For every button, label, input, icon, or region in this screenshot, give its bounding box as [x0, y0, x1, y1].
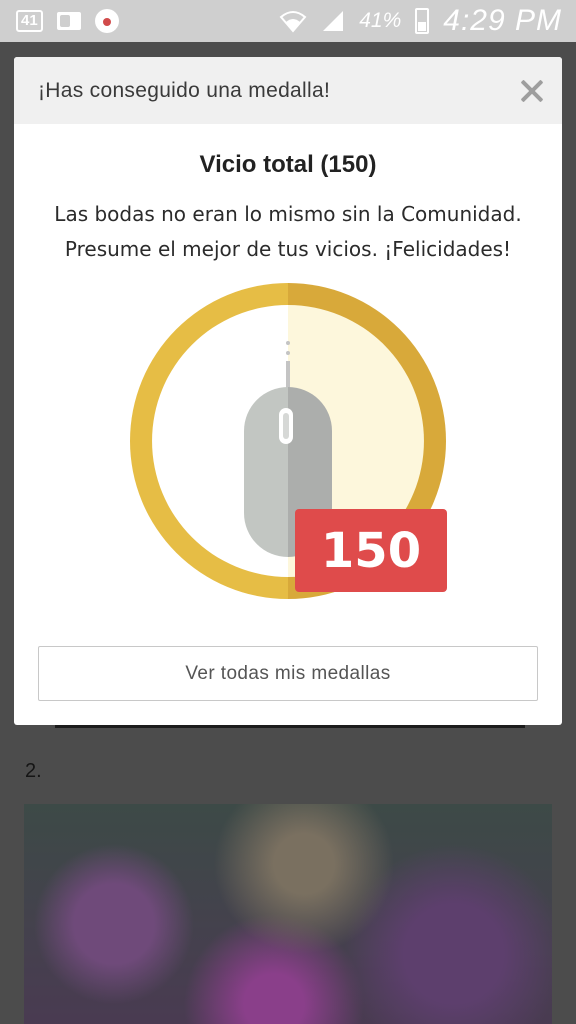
modal-title: ¡Has conseguido una medalla! [38, 78, 331, 102]
clock: 4:29 PM [443, 4, 562, 37]
background-photo [24, 804, 552, 1024]
modal-body: Vicio total (150) Las bodas no eran lo m… [14, 151, 562, 267]
medal-description-line-2: Presume el mejor de tus vicios. ¡Felicid… [64, 237, 512, 261]
battery-percentage: 41% [359, 9, 402, 32]
wifi-icon [279, 11, 307, 33]
modal-header: ¡Has conseguido una medalla! [14, 57, 562, 124]
notification-badge-icon: 41 [16, 10, 43, 32]
status-bar: 41 41% 4:29 PM [0, 0, 576, 42]
signal-icon [323, 11, 344, 31]
status-bar-right: 41% 4:29 PM [279, 4, 562, 38]
medal-modal: ¡Has conseguido una medalla! Vicio total… [14, 57, 562, 725]
medal-description-line-1: Las bodas no eran lo mismo sin la Comuni… [54, 202, 522, 226]
app-notification-icon [94, 9, 119, 33]
list-number: 2. [25, 760, 42, 782]
medal-description: Las bodas no eran lo mismo sin la Comuni… [14, 197, 562, 267]
outlook-icon [56, 12, 81, 30]
view-all-medals-button[interactable]: Ver todas mis medallas [38, 646, 538, 701]
medal-count-badge: 150 [295, 509, 447, 592]
status-bar-left: 41 [16, 9, 119, 33]
medal-title: Vicio total (150) [199, 151, 377, 178]
close-icon[interactable] [520, 79, 544, 103]
battery-icon [415, 8, 430, 34]
